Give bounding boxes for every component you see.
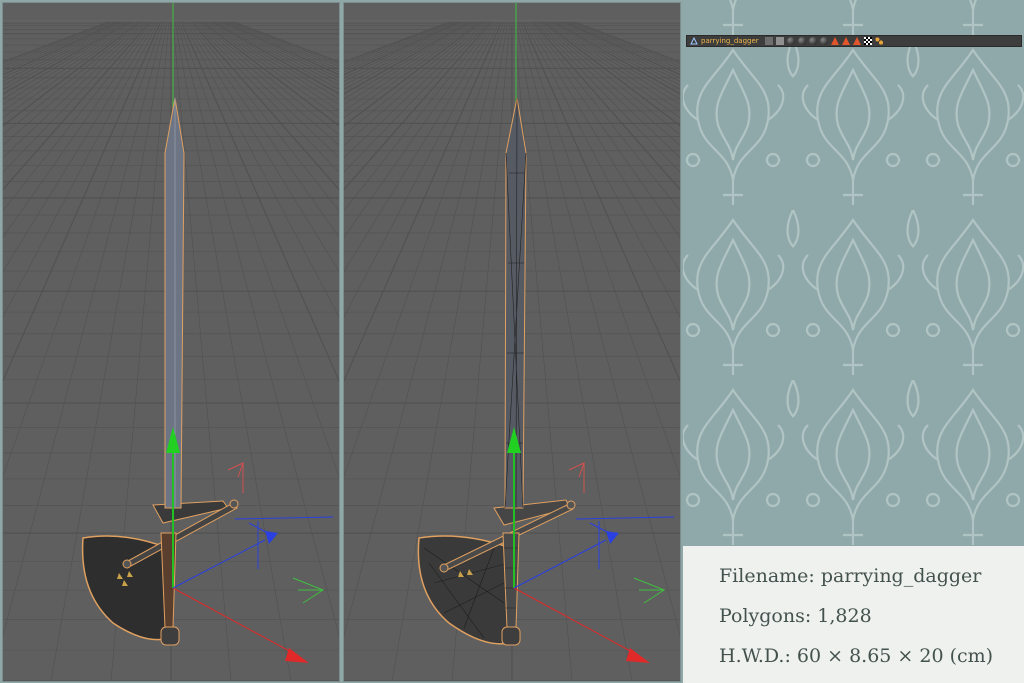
lock-tag-icon[interactable] <box>775 37 784 45</box>
material-ball-icon[interactable] <box>819 37 828 45</box>
checker-tag-icon[interactable] <box>863 37 872 45</box>
gizmo-x-plane <box>568 462 585 493</box>
viewport-shaded[interactable] <box>2 2 340 682</box>
gizmo-x-line <box>172 587 294 654</box>
viewport-shaded-canvas[interactable] <box>3 3 339 681</box>
gizmo-x-line <box>513 587 635 654</box>
pommel <box>160 626 180 646</box>
gizmo-x-plane <box>227 462 244 493</box>
gizmo-z-plane <box>248 521 269 569</box>
gizmo-z-extend <box>575 516 675 520</box>
material-ball-icon[interactable] <box>797 37 806 45</box>
polygons-label: Polygons: 1,828 <box>719 605 872 627</box>
gizmo-z-plane <box>589 521 610 569</box>
phong-triangle-icon[interactable] <box>830 37 839 45</box>
phong-triangle-icon[interactable] <box>852 37 861 45</box>
material-ball-icon[interactable] <box>808 37 817 45</box>
viewport-wireframe-canvas[interactable] <box>344 3 680 681</box>
gizmo-y-plane <box>633 577 666 604</box>
texture-tag-icon[interactable] <box>874 37 883 45</box>
quillon-end-left <box>122 559 132 569</box>
material-ball-icon[interactable] <box>786 37 795 45</box>
viewport-wireframe[interactable] <box>343 2 681 682</box>
null-object-icon <box>690 37 698 45</box>
object-manager-row[interactable]: parrying_dagger <box>686 35 1022 47</box>
object-name[interactable]: parrying_dagger <box>701 36 759 46</box>
gizmo-y-plane <box>292 577 325 604</box>
quillon-end-right <box>566 500 576 510</box>
model-info-box: Filename: parrying_dagger Polygons: 1,82… <box>683 546 1024 683</box>
quillon-end-right <box>229 499 239 509</box>
pommel <box>501 626 521 646</box>
filename-label: Filename: parrying_dagger <box>719 565 982 587</box>
dimensions-label: H.W.D.: 60 × 8.65 × 20 (cm) <box>719 645 994 667</box>
guard-shell <box>417 535 512 645</box>
gizmo-z-extend <box>234 516 334 520</box>
edit-tag-icon[interactable] <box>764 37 773 45</box>
phong-triangle-icon[interactable] <box>841 37 850 45</box>
quillon-end-left <box>439 563 449 573</box>
